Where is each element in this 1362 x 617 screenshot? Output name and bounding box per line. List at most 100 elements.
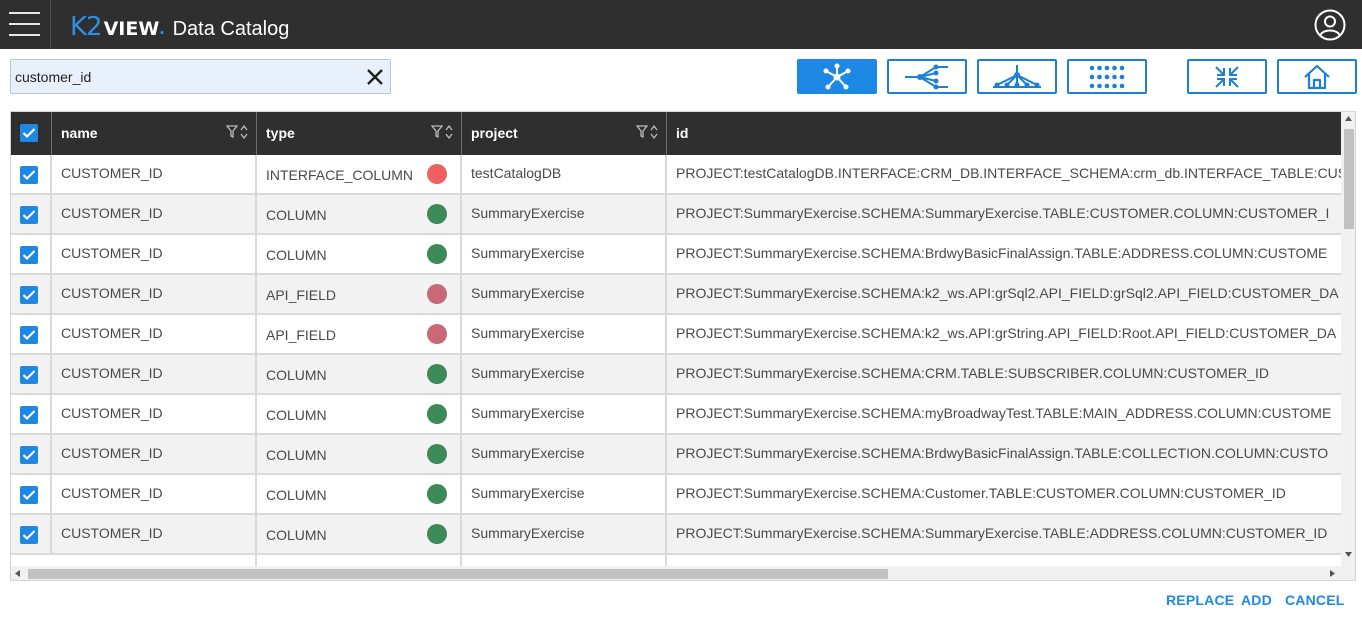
name-cell: CUSTOMER_ID	[52, 515, 257, 553]
table-row[interactable]: CUSTOMER_ID COLUMN SummaryExercise PROJECT:…	[11, 475, 1341, 515]
add-button[interactable]: ADD	[1241, 592, 1272, 608]
cancel-button[interactable]: CANCEL	[1285, 592, 1345, 608]
replace-button[interactable]: REPLACE	[1166, 592, 1234, 608]
column-header-type[interactable]: type	[257, 112, 462, 155]
scroll-left-icon[interactable]	[15, 570, 20, 577]
home-button[interactable]	[1277, 59, 1357, 94]
table-row[interactable]: CUSTOMER_ID COLUMN SummaryExercise PROJECT:…	[11, 235, 1341, 275]
id-cell: PROJECT:SummaryExercise.SCHEMA:SummaryEx…	[676, 205, 1330, 221]
status-dot-icon	[427, 324, 447, 344]
type-cell: COLUMN	[257, 235, 462, 273]
horizontal-scroll-thumb[interactable]	[28, 569, 888, 579]
type-cell: COLUMN	[257, 355, 462, 393]
row-checkbox[interactable]	[20, 286, 38, 304]
id-cell: PROJECT:SummaryExercise.SCHEMA:k2_ws.API…	[676, 325, 1337, 341]
row-checkbox[interactable]	[20, 406, 38, 424]
table-row[interactable]: CUSTOMER_ID COLUMN SummaryExercise PROJECT:…	[11, 355, 1341, 395]
column-header-name[interactable]: name	[52, 112, 257, 155]
project-cell: SummaryExercise	[462, 395, 667, 433]
id-cell: PROJECT:SummaryExercise.SCHEMA:myBroadwa…	[676, 405, 1332, 421]
filter-icon[interactable]	[431, 125, 443, 139]
table-row[interactable]: CUSTOMER_ID INTERFACE_COLUMN testCatalogDB…	[11, 155, 1341, 195]
vertical-scroll-thumb[interactable]	[1344, 129, 1354, 229]
row-checkbox[interactable]	[20, 446, 38, 464]
scroll-right-icon[interactable]	[1330, 570, 1335, 577]
table-row[interactable]: CUSTOMER_ID COLUMN SummaryExercise PROJECT:…	[11, 435, 1341, 475]
column-header-label: name	[61, 125, 98, 141]
row-checkbox[interactable]	[20, 246, 38, 264]
scroll-up-icon[interactable]	[1345, 116, 1352, 121]
dot-grid-view-button[interactable]	[1067, 59, 1147, 94]
name-cell: CUSTOMER_ID	[52, 315, 257, 353]
project-cell: SummaryExercise	[462, 315, 667, 353]
table-row[interactable]: CUSTOMER_ID API_FIELD SummaryExercise PROJE…	[11, 315, 1341, 355]
type-label: INTERFACE_COLUMN	[266, 167, 414, 183]
star-network-icon	[823, 63, 851, 89]
row-select-cell	[11, 395, 52, 433]
column-header-project[interactable]: project	[462, 112, 667, 155]
row-checkbox[interactable]	[20, 206, 38, 224]
scrollbar-corner	[1341, 566, 1355, 580]
type-label: API_FIELD	[266, 287, 337, 303]
tree-left-view-button[interactable]	[887, 59, 967, 94]
row-checkbox[interactable]	[20, 526, 38, 544]
type-label: COLUMN	[266, 527, 327, 543]
app-logo: K2 VIEW. Data Catalog	[70, 9, 289, 41]
logo-view: VIEW	[103, 18, 160, 40]
name-cell: CUSTOMER_ID	[52, 355, 257, 393]
table-row[interactable]: CUSTOMER_ID API_FIELD SummaryExercise PROJE…	[11, 275, 1341, 315]
logo-k2: K2	[70, 12, 103, 42]
filter-sort-icons[interactable]	[431, 125, 453, 139]
dot-grid-icon	[1089, 65, 1125, 88]
type-label: COLUMN	[266, 367, 327, 383]
type-label: API_FIELD	[266, 327, 337, 343]
name-cell: CUSTOMER_ID	[52, 275, 257, 313]
close-icon[interactable]	[365, 67, 385, 87]
project-cell: testCatalogDB	[462, 155, 667, 193]
id-cell: PROJECT:SummaryExercise.SCHEMA:BrdwyBasi…	[676, 445, 1329, 461]
row-checkbox[interactable]	[20, 486, 38, 504]
vertical-scrollbar[interactable]	[1341, 112, 1355, 566]
row-select-cell	[11, 275, 52, 313]
type-cell: COLUMN	[257, 475, 462, 513]
sort-icon[interactable]	[650, 125, 658, 139]
select-all-checkbox[interactable]	[20, 124, 38, 142]
grid-header: name type project id	[11, 112, 1341, 155]
filter-sort-icons[interactable]	[226, 125, 248, 139]
type-cell: COLUMN	[257, 515, 462, 553]
row-select-cell	[11, 475, 52, 513]
filter-icon[interactable]	[636, 125, 648, 139]
name-cell: CUSTOMER_ID	[52, 435, 257, 473]
row-select-cell	[11, 235, 52, 273]
row-checkbox[interactable]	[20, 166, 38, 184]
id-cell: PROJECT:SummaryExercise.SCHEMA:CRM.TABLE…	[676, 365, 1270, 381]
table-row[interactable]: CUSTOMER_ID COLUMN SummaryExercise PROJECT:…	[11, 515, 1341, 555]
scroll-down-icon[interactable]	[1345, 552, 1352, 557]
sort-icon[interactable]	[445, 125, 453, 139]
tree-down-view-button[interactable]	[977, 59, 1057, 94]
type-label: COLUMN	[266, 487, 327, 503]
hamburger-menu-icon[interactable]	[0, 0, 51, 49]
type-cell: COLUMN	[257, 195, 462, 233]
status-dot-icon	[427, 484, 447, 504]
horizontal-scrollbar[interactable]	[11, 566, 1341, 580]
type-label: COLUMN	[266, 247, 327, 263]
user-account-icon[interactable]	[1314, 9, 1346, 41]
sort-icon[interactable]	[240, 125, 248, 139]
search-input[interactable]	[15, 66, 355, 88]
table-row[interactable]: CUSTOMER_ID COLUMN SummaryExercise PROJECT:…	[11, 395, 1341, 435]
table-row[interactable]: CUSTOMER_ID COLUMN SummaryExercise PROJECT:…	[11, 195, 1341, 235]
filter-sort-icons[interactable]	[636, 125, 658, 139]
column-header-id[interactable]: id	[667, 112, 1341, 155]
search-box	[10, 59, 391, 94]
collapse-icon	[1215, 65, 1239, 88]
id-cell: PROJECT:SummaryExercise.SCHEMA:SummaryEx…	[676, 525, 1328, 541]
collapse-button[interactable]	[1187, 59, 1267, 94]
type-cell: COLUMN	[257, 395, 462, 433]
filter-icon[interactable]	[226, 125, 238, 139]
row-checkbox[interactable]	[20, 326, 38, 344]
app-title: Data Catalog	[172, 18, 290, 40]
tree-down-icon	[993, 64, 1041, 88]
row-checkbox[interactable]	[20, 366, 38, 384]
star-network-view-button[interactable]	[797, 59, 877, 94]
